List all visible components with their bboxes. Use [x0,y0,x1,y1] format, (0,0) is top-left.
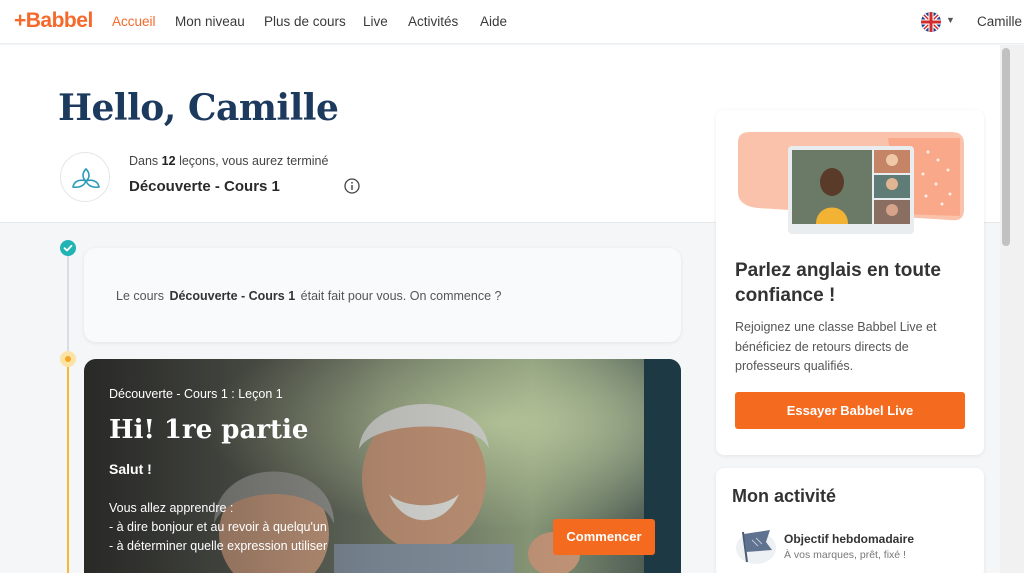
sprout-icon [72,167,100,189]
user-menu[interactable]: Camille [977,14,1022,29]
lesson-card[interactable]: Découverte - Cours 1 : Leçon 1 Hi! 1re p… [84,359,681,573]
my-activity-card: Mon activité Objectif hebdomadaire À vos… [716,468,984,573]
weekly-goal-title: Objectif hebdomadaire [784,532,915,546]
lesson-breadcrumb: Découverte - Cours 1 : Leçon 1 [109,387,283,401]
course-intro-text: Le cours Découverte - Cours 1 était fait… [116,289,502,303]
timeline-line [67,248,69,358]
language-dropdown-icon[interactable]: ▼ [946,15,955,25]
lesson-title: Hi! 1re partie [109,415,309,445]
nav-activites[interactable]: Activités [408,14,458,29]
nav-live[interactable]: Live [363,14,388,29]
learn-heading: Vous allez apprendre : [109,501,234,515]
flag-goal-icon [734,526,778,566]
nav-accueil[interactable]: Accueil [112,14,156,29]
try-babbel-live-button[interactable]: Essayer Babbel Live [735,392,965,429]
babbel-live-promo-card: Parlez anglais en toute confiance ! Rejo… [716,110,984,455]
start-lesson-button[interactable]: Commencer [553,519,655,555]
nav-aide[interactable]: Aide [480,14,507,29]
scrollbar-thumb[interactable] [1002,48,1010,246]
babbel-logo[interactable]: +Babbel [14,9,93,33]
course-badge [60,152,110,202]
weekly-goal-subtitle: À vos marques, prêt, fixé ! [784,549,906,561]
info-icon[interactable] [344,178,360,194]
greeting-heading: Hello, Camille [58,87,339,129]
lessons-remaining-text: Dans 12 leçons, vous aurez terminé [129,154,329,168]
learn-item: - à dire bonjour et au revoir à quelqu'u… [109,520,327,534]
completed-check-icon [60,240,76,256]
promo-description: Rejoignez une classe Babbel Live et béné… [735,320,937,373]
timeline-line-active [67,366,69,573]
lessons-remaining-count: 12 [161,154,176,168]
learn-item: - à déterminer quelle expression utilise… [109,539,328,553]
current-course-name: Découverte - Cours 1 [129,178,280,195]
video-call-illustration [738,132,964,234]
nav-mon-niveau[interactable]: Mon niveau [175,14,245,29]
promo-title: Parlez anglais en toute confiance ! [735,260,941,306]
nav-plus-de-cours[interactable]: Plus de cours [264,14,346,29]
activity-title: Mon activité [732,486,837,506]
course-intro-card: Le cours Découverte - Cours 1 était fait… [84,248,681,342]
top-navigation: +Babbel Accueil Mon niveau Plus de cours… [0,0,1024,44]
uk-flag-icon[interactable] [921,12,941,32]
lesson-subtitle: Salut ! [109,461,152,477]
current-step-icon [60,351,76,367]
